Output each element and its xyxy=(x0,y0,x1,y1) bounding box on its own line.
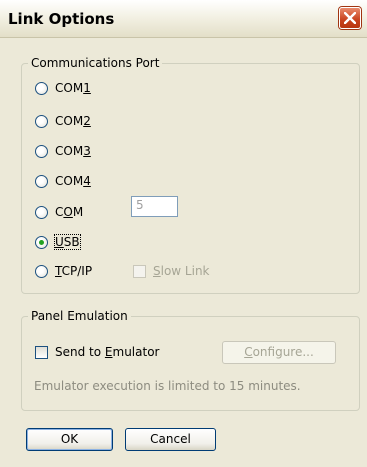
radio-button[interactable] xyxy=(35,115,48,128)
radio-label-com3: COM3 xyxy=(55,144,91,158)
radio-label-tcpip: TCP/IP xyxy=(55,264,93,278)
radio-button[interactable] xyxy=(35,82,48,95)
radio-button[interactable] xyxy=(35,175,48,188)
link-options-dialog: Link Options Communications Port COM1 CO… xyxy=(0,0,367,467)
slow-link-label: Slow Link xyxy=(153,264,210,278)
title-bar[interactable]: Link Options xyxy=(0,0,367,38)
radio-button[interactable] xyxy=(35,206,48,219)
radio-label-usb: USB xyxy=(54,234,81,250)
send-to-emulator-label: Send to Emulator xyxy=(55,345,160,359)
close-button[interactable] xyxy=(339,7,361,29)
ok-button[interactable]: OK xyxy=(26,428,113,451)
panel-emulation-label: Panel Emulation xyxy=(28,308,131,324)
radio-label-com-custom: COM xyxy=(55,205,84,219)
radio-label-com2: COM2 xyxy=(55,114,91,128)
radio-label-com4: COM4 xyxy=(55,174,91,188)
radio-label-com1: COM1 xyxy=(55,81,91,95)
cancel-button[interactable]: Cancel xyxy=(125,428,216,451)
radio-button[interactable] xyxy=(35,265,48,278)
radio-button-selected[interactable] xyxy=(35,236,48,249)
configure-button[interactable]: Configure... xyxy=(222,341,336,364)
checkbox-box[interactable] xyxy=(133,265,146,278)
checkbox-box[interactable] xyxy=(35,346,48,359)
radio-button[interactable] xyxy=(35,145,48,158)
com-number-input[interactable]: 5 xyxy=(131,196,178,217)
dialog-title: Link Options xyxy=(8,10,115,28)
close-icon xyxy=(344,12,356,24)
emulator-limit-note: Emulator execution is limited to 15 minu… xyxy=(34,379,301,393)
communications-port-label: Communications Port xyxy=(28,55,163,71)
